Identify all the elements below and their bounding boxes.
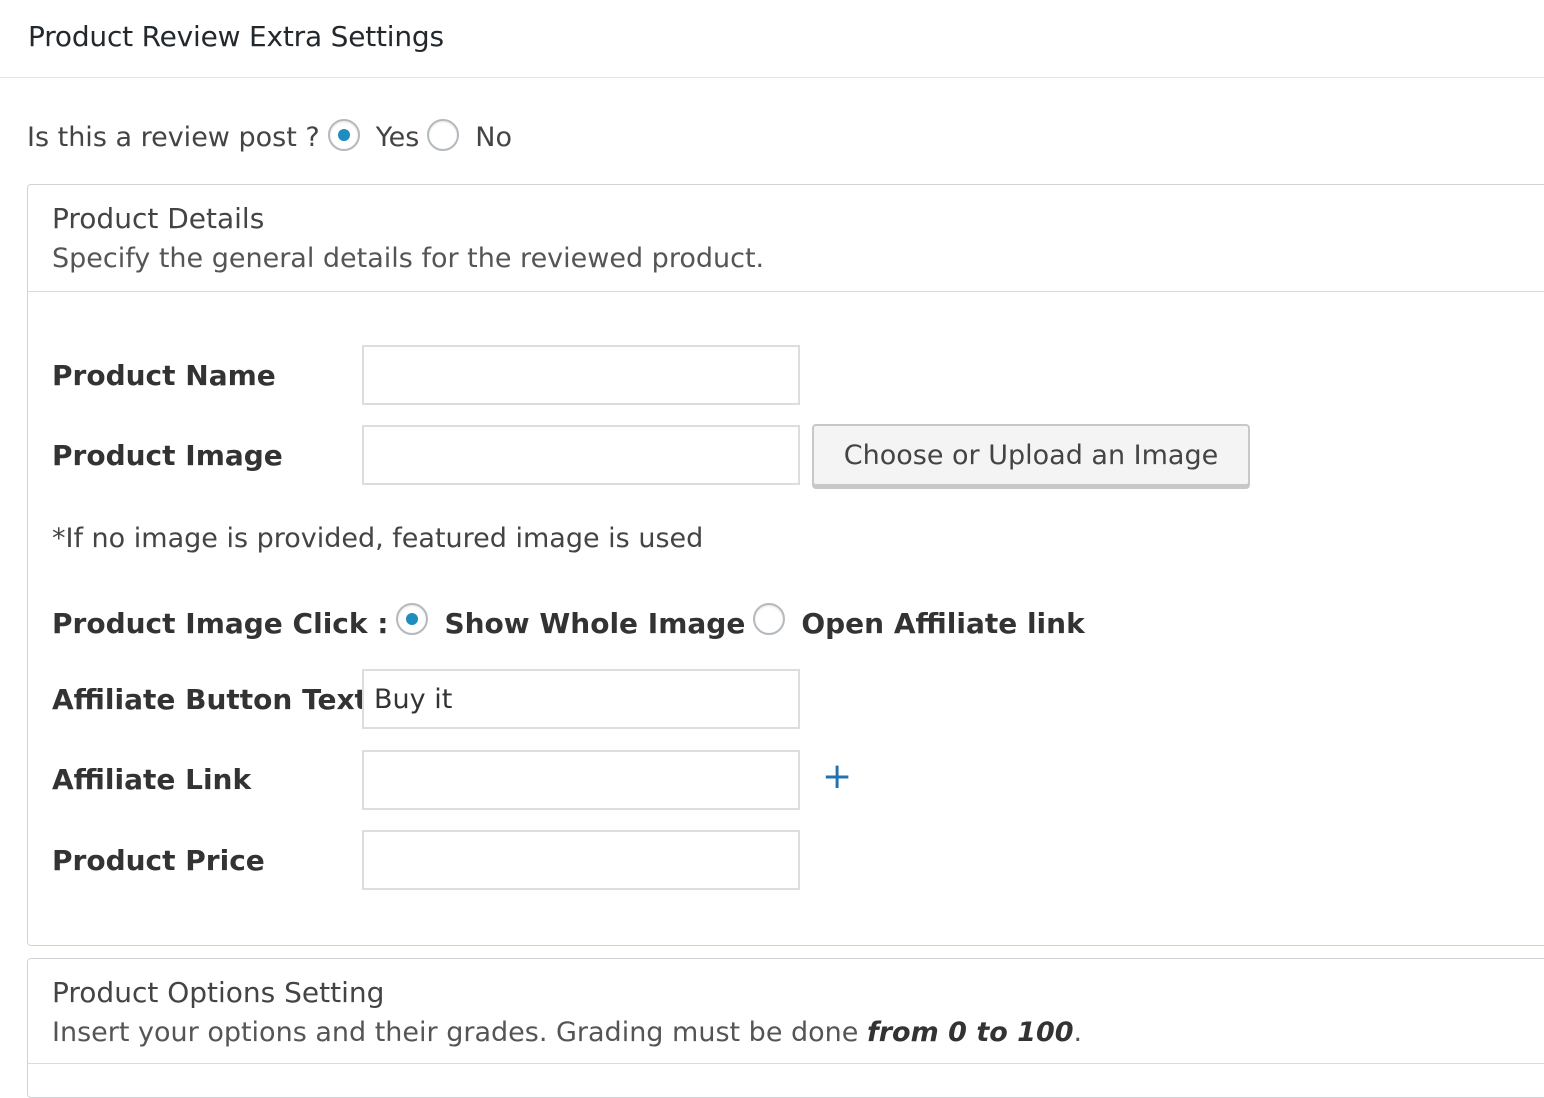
grade-range: from 0 to 100 [866,1017,1074,1048]
open-affiliate-link-label[interactable]: Open Affiliate link [801,607,1084,640]
affiliate-button-text-label: Affiliate Button Text [52,683,368,716]
affiliate-button-text-input[interactable] [362,669,800,729]
product-price-input[interactable] [362,830,800,890]
product-image-input[interactable] [362,425,800,485]
show-whole-image-label[interactable]: Show Whole Image [444,607,745,640]
review-yes-label[interactable]: Yes [376,122,420,153]
product-image-label: Product Image [52,439,283,472]
open-affiliate-link-radio[interactable] [753,603,786,635]
review-post-label: Is this a review post ? [27,121,320,153]
product-options-divider [28,1063,1544,1064]
product-options-desc-prefix: Insert your options and their grades. Gr… [52,1017,867,1048]
review-no-radio[interactable] [427,119,460,151]
review-yes-radio[interactable] [327,119,360,151]
product-options-panel: Product Options Setting Insert your opti… [27,958,1544,1098]
product-options-header: Product Options Setting Insert your opti… [28,959,1544,1051]
plus-icon[interactable]: + [822,759,852,795]
product-details-header: Product Details Specify the general deta… [28,185,1544,277]
product-details-divider [28,291,1544,292]
affiliate-link-label: Affiliate Link [52,763,252,796]
affiliate-link-input[interactable] [362,750,800,810]
product-name-label: Product Name [52,359,276,392]
product-details-description: Specify the general details for the revi… [52,243,765,274]
product-name-input[interactable] [362,345,800,405]
product-details-panel: Product Details Specify the general deta… [27,184,1544,946]
product-options-description: Insert your options and their grades. Gr… [52,1015,1532,1051]
show-whole-image-radio[interactable] [396,603,429,635]
page-title: Product Review Extra Settings [28,20,444,53]
product-price-label: Product Price [52,844,265,877]
product-options-desc-suffix: . [1073,1017,1083,1048]
image-note: *If no image is provided, featured image… [52,523,704,554]
product-details-title: Product Details [52,202,265,235]
product-options-title: Product Options Setting [52,976,385,1009]
image-click-row: Product Image Click : Show Whole Image O… [52,597,1085,649]
upload-image-button[interactable]: Choose or Upload an Image [812,424,1250,486]
image-click-label: Product Image Click : [52,606,389,640]
review-post-question: Is this a review post ? Yes No [27,112,512,162]
title-divider [0,77,1544,78]
review-no-label[interactable]: No [475,122,512,153]
